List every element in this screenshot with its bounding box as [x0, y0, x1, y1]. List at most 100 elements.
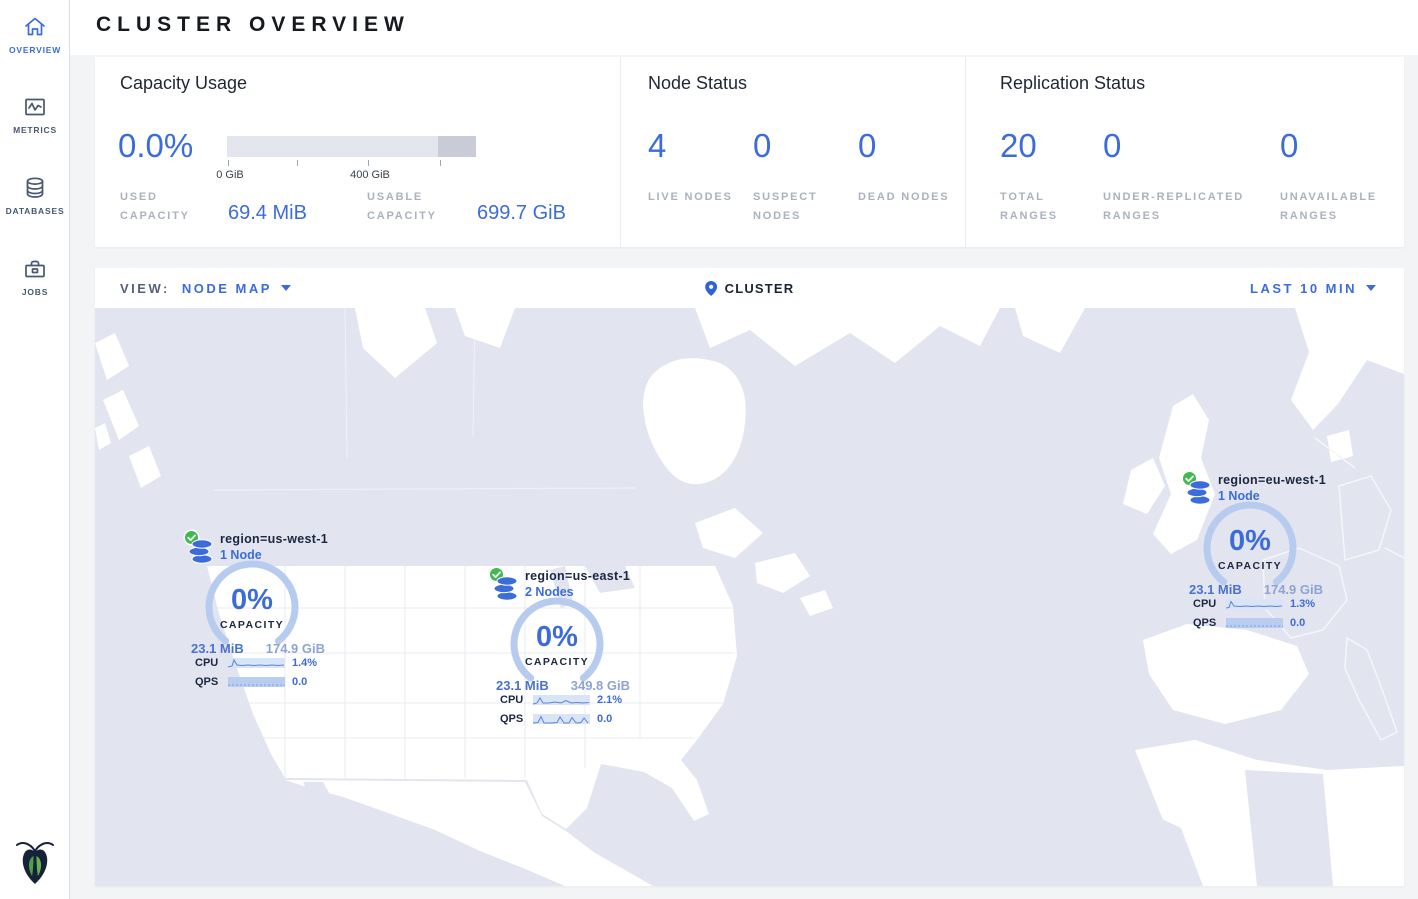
cpu-sparkline-icon — [1226, 599, 1283, 609]
header-bar: CLUSTER OVERVIEW — [0, 0, 1418, 55]
cpu-sparkline-icon — [533, 695, 590, 705]
qps-value: 0.0 — [1290, 617, 1305, 629]
cockroachdb-logo — [16, 839, 54, 891]
qps-sparkline-icon — [228, 677, 285, 687]
suspect-nodes-value: 0 — [753, 127, 771, 164]
used-value: 23.1 MiB — [191, 641, 244, 656]
jobs-icon — [22, 256, 48, 282]
capacity-bar — [227, 136, 476, 157]
sidebar-item-metrics[interactable]: METRICS — [0, 94, 70, 135]
usable-capacity-value: 699.7 GiB — [477, 202, 566, 225]
live-nodes-stat: 4 LIVE NODES — [648, 129, 750, 207]
capacity-tick-label: 0 GiB — [216, 169, 244, 181]
total-ranges-stat: 20 TOTAL RANGES — [1000, 129, 1100, 226]
total-value: 174.9 GiB — [266, 641, 325, 656]
capacity-values: 23.1 MiB 349.8 GiB — [496, 678, 630, 693]
used-value: 23.1 MiB — [1189, 582, 1242, 597]
capacity-values: 23.1 MiB 174.9 GiB — [1189, 582, 1323, 597]
total-ranges-label: TOTAL RANGES — [1000, 188, 1100, 226]
capacity-tick-label: 400 GiB — [350, 169, 390, 181]
qps-label: QPS — [1193, 617, 1216, 629]
suspect-nodes-label: SUSPECT NODES — [753, 188, 855, 226]
chevron-down-icon — [281, 285, 291, 291]
cpu-label: CPU — [1193, 598, 1216, 610]
capacity-tick — [368, 160, 369, 166]
suspect-nodes-stat: 0 SUSPECT NODES — [753, 129, 855, 226]
cpu-label: CPU — [500, 694, 523, 706]
dead-nodes-label: DEAD NODES — [858, 188, 960, 207]
qps-sparkline-icon — [533, 714, 590, 724]
node-region-label: region=us-east-1 — [525, 569, 630, 583]
qps-label: QPS — [195, 676, 218, 688]
home-icon — [22, 14, 48, 40]
capacity-percent: 0.0% — [118, 129, 193, 162]
map-breadcrumb[interactable]: CLUSTER — [705, 268, 795, 308]
qps-value: 0.0 — [597, 713, 612, 725]
divider — [620, 57, 621, 247]
capacity-bar-segment — [438, 136, 476, 157]
node-status-title: Node Status — [648, 73, 747, 94]
sidebar-item-databases[interactable]: DATABASES — [0, 175, 70, 216]
sidebar-item-label: DATABASES — [0, 206, 70, 216]
unavailable-ranges-stat: 0 UNAVAILABLE RANGES — [1280, 129, 1395, 226]
live-nodes-label: LIVE NODES — [648, 188, 750, 207]
view-selector-group: VIEW: NODE MAP — [120, 268, 291, 308]
dead-nodes-value: 0 — [858, 127, 876, 164]
capacity-tick — [228, 160, 229, 166]
chevron-down-icon — [1366, 285, 1376, 291]
view-dropdown-value: NODE MAP — [182, 281, 272, 296]
sidebar-item-label: JOBS — [0, 287, 70, 297]
cpu-sparkline-icon — [228, 658, 285, 668]
cpu-value: 1.4% — [292, 657, 317, 669]
capacity-values: 23.1 MiB 174.9 GiB — [191, 641, 325, 656]
sidebar: OVERVIEW METRICS DATABASES JOBS — [0, 0, 70, 899]
capacity-usage-title: Capacity Usage — [120, 73, 247, 94]
map-view-bar: VIEW: NODE MAP CLUSTER LAST 10 MIN — [95, 268, 1404, 308]
used-value: 23.1 MiB — [496, 678, 549, 693]
qps-row: QPS 0.0 — [1193, 617, 1331, 629]
cluster-summary-card: Capacity Usage 0.0% 0 GiB 400 GiB USED C… — [95, 57, 1404, 247]
breadcrumb-label: CLUSTER — [725, 281, 795, 296]
total-value: 349.8 GiB — [571, 678, 630, 693]
qps-row: QPS 0.0 — [500, 713, 638, 725]
node-region-label: region=eu-west-1 — [1218, 473, 1326, 487]
divider — [965, 57, 966, 247]
node-region-label: region=us-west-1 — [220, 532, 328, 546]
capacity-tick — [297, 160, 298, 166]
sidebar-item-overview[interactable]: OVERVIEW — [0, 14, 70, 55]
page-title: CLUSTER OVERVIEW — [96, 13, 410, 37]
qps-sparkline-icon — [1226, 618, 1283, 628]
usable-capacity-label: USABLE CAPACITY — [367, 188, 471, 226]
dead-nodes-stat: 0 DEAD NODES — [858, 129, 960, 207]
capacity-word: CAPACITY — [509, 656, 605, 668]
capacity-percent: 0% — [1202, 527, 1298, 556]
location-pin-icon — [705, 281, 717, 296]
under-replicated-value: 0 — [1103, 127, 1121, 164]
cpu-row: CPU 2.1% — [500, 694, 638, 706]
cpu-row: CPU 1.3% — [1193, 598, 1331, 610]
replication-status-title: Replication Status — [1000, 73, 1145, 94]
view-dropdown[interactable]: NODE MAP — [182, 281, 291, 296]
under-replicated-ranges-stat: 0 UNDER-REPLICATED RANGES — [1103, 129, 1275, 226]
capacity-tick — [440, 160, 441, 166]
view-label: VIEW: — [120, 281, 170, 296]
sidebar-item-label: OVERVIEW — [0, 45, 70, 55]
databases-icon — [22, 175, 48, 201]
node-map: region=us-west-1 1 Node 0% CAPACITY 23.1… — [95, 308, 1404, 886]
used-capacity-value: 69.4 MiB — [228, 202, 307, 225]
capacity-word: CAPACITY — [1202, 560, 1298, 572]
time-range-value: LAST 10 MIN — [1250, 281, 1357, 296]
sidebar-item-label: METRICS — [0, 125, 70, 135]
unavailable-value: 0 — [1280, 127, 1298, 164]
metrics-icon — [22, 94, 48, 120]
capacity-percent: 0% — [509, 623, 605, 652]
cpu-label: CPU — [195, 657, 218, 669]
under-replicated-label: UNDER-REPLICATED RANGES — [1103, 188, 1275, 226]
total-ranges-value: 20 — [1000, 127, 1037, 164]
used-capacity-label: USED CAPACITY — [120, 188, 224, 226]
sidebar-item-jobs[interactable]: JOBS — [0, 256, 70, 297]
qps-row: QPS 0.0 — [195, 676, 333, 688]
cpu-value: 2.1% — [597, 694, 622, 706]
time-range-dropdown[interactable]: LAST 10 MIN — [1250, 268, 1376, 308]
qps-label: QPS — [500, 713, 523, 725]
